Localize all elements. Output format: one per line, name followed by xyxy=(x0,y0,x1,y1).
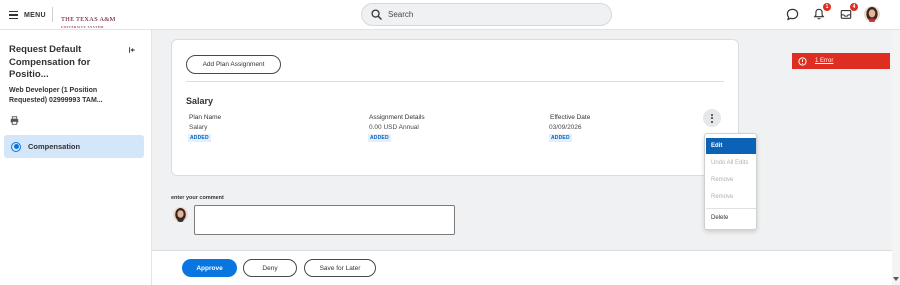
avatar-image xyxy=(864,6,880,22)
scroll-down-arrow-icon[interactable] xyxy=(893,277,899,281)
avatar-image xyxy=(173,207,188,222)
comment-label: enter your comment xyxy=(171,195,224,201)
section-title-salary: Salary xyxy=(186,96,214,106)
error-link[interactable]: 1 Error xyxy=(815,58,833,64)
task-title: Request Default Compensation for Positio… xyxy=(9,44,91,80)
inbox-button[interactable]: 4 xyxy=(838,3,858,22)
search-icon xyxy=(371,9,382,20)
inbox-badge: 4 xyxy=(850,3,858,11)
column-header-plan-name: Plan Name xyxy=(189,114,222,121)
logo-sub-text: UNIVERSITY SYSTEM xyxy=(61,25,104,29)
menu-item-undo-all-edits: Undo All Edits xyxy=(711,160,749,166)
error-banner[interactable]: 1 Error xyxy=(792,53,890,69)
hamburger-icon xyxy=(9,11,18,19)
search-placeholder: Search xyxy=(388,10,414,19)
print-icon[interactable] xyxy=(10,116,19,125)
nav-item-label: Compensation xyxy=(28,142,81,151)
top-bar: MENU THE TEXAS A&M UNIVERSITY SYSTEM Sea… xyxy=(0,0,900,30)
chat-button[interactable] xyxy=(784,6,800,22)
menu-item-remove: Remove xyxy=(711,194,734,200)
menu-separator xyxy=(706,208,756,209)
column-header-effective-date: Effective Date xyxy=(550,114,591,121)
logo[interactable]: THE TEXAS A&M UNIVERSITY SYSTEM xyxy=(61,9,115,29)
chat-icon xyxy=(786,8,798,20)
menu-item-remove: Remove xyxy=(711,177,734,183)
menu-item-delete[interactable]: Delete xyxy=(706,210,756,226)
collapse-panel-icon[interactable] xyxy=(128,46,136,54)
logo-divider xyxy=(52,7,53,22)
added-tag: ADDED xyxy=(549,134,572,142)
search-input[interactable]: Search xyxy=(361,3,612,26)
added-tag: ADDED xyxy=(368,134,391,142)
selected-radio-icon xyxy=(11,141,21,152)
menu-button[interactable]: MENU xyxy=(9,8,46,22)
approve-button[interactable]: Approve xyxy=(182,259,237,277)
added-tag: ADDED xyxy=(188,134,211,142)
user-avatar[interactable] xyxy=(864,6,880,22)
assignment-details-value: 0.00 USD Annual xyxy=(369,124,419,131)
kebab-icon[interactable] xyxy=(703,109,721,127)
plan-name-value: Salary xyxy=(189,124,208,131)
menu-item-edit[interactable]: Edit xyxy=(706,138,756,154)
notifications-button[interactable]: 1 xyxy=(811,3,831,22)
menu-label: MENU xyxy=(24,11,46,19)
page-scrollbar[interactable] xyxy=(892,30,900,285)
column-header-assignment-details: Assignment Details xyxy=(369,114,425,121)
logo-main-text: THE TEXAS A&M xyxy=(61,16,116,23)
save-for-later-button[interactable]: Save for Later xyxy=(304,259,376,277)
error-icon xyxy=(798,56,807,66)
card-divider xyxy=(186,81,724,82)
add-plan-assignment-button[interactable]: Add Plan Assignment xyxy=(186,55,281,74)
comment-avatar xyxy=(173,207,188,222)
task-subtitle: Web Developer (1 Position Requested) 029… xyxy=(9,87,103,104)
effective-date-value: 03/09/2026 xyxy=(549,124,582,131)
notifications-badge: 1 xyxy=(823,3,831,11)
comment-input[interactable] xyxy=(194,205,455,235)
left-panel: Request Default Compensation for Positio… xyxy=(0,30,152,285)
deny-button[interactable]: Deny xyxy=(243,259,297,277)
nav-item-compensation[interactable]: Compensation xyxy=(4,135,144,158)
row-actions-menu: Edit Undo All Edits Remove Remove Delete xyxy=(704,133,757,230)
